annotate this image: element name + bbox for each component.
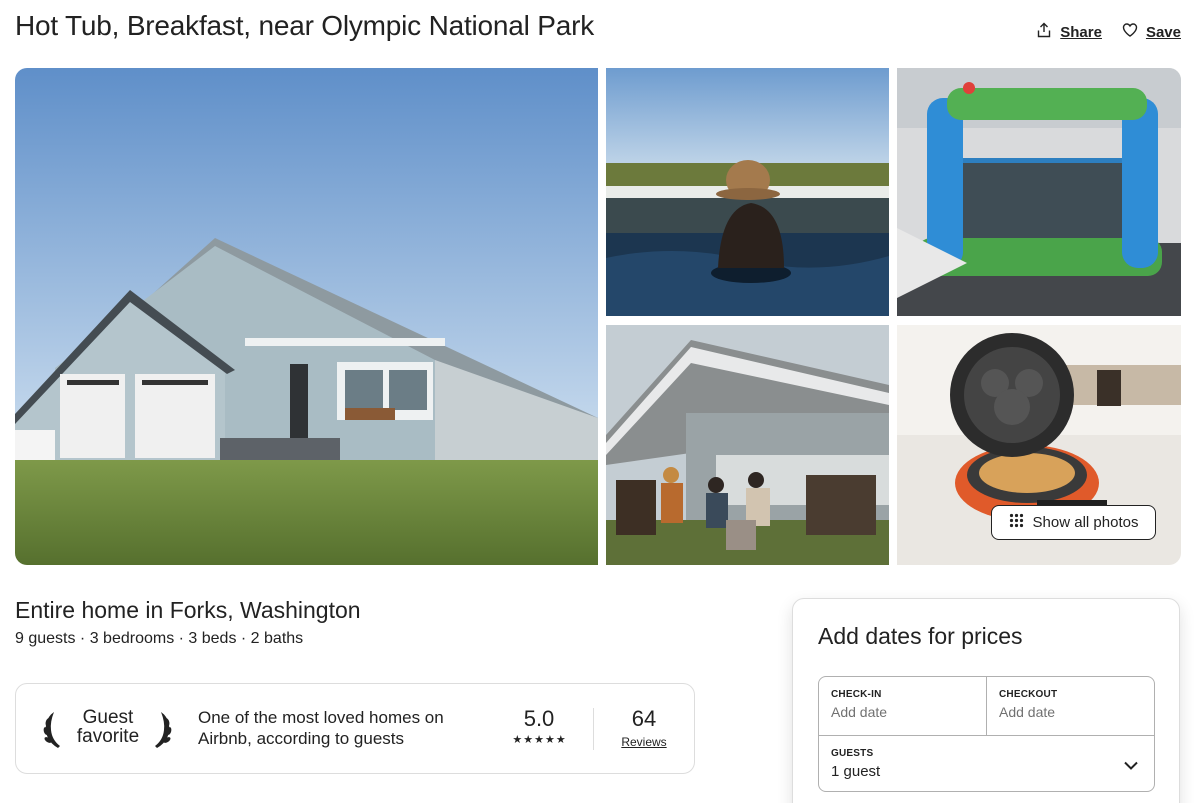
photo-patio-gathering[interactable]	[606, 325, 889, 565]
booking-title: Add dates for prices	[818, 623, 1023, 649]
guests-label: GUESTS	[831, 748, 874, 759]
photo-gallery	[15, 68, 1181, 565]
checkin-field[interactable]: CHECK-IN Add date	[819, 677, 987, 735]
rating-block: 5.0 ★ ★ ★ ★ ★	[504, 706, 574, 746]
date-guest-picker: CHECK-IN Add date CHECKOUT Add date GUES…	[818, 676, 1155, 792]
listing-title: Hot Tub, Breakfast, near Olympic Nationa…	[15, 10, 595, 41]
heart-icon	[1122, 22, 1138, 42]
booking-card: Add dates for prices CHECK-IN Add date C…	[792, 598, 1180, 803]
star-rating: ★ ★ ★ ★ ★	[504, 735, 574, 746]
reviews-link[interactable]: Reviews	[614, 735, 674, 749]
checkin-value: Add date	[831, 704, 888, 720]
checkin-label: CHECK-IN	[831, 689, 882, 700]
chevron-down-icon	[1122, 756, 1140, 774]
star-icon: ★	[534, 734, 544, 746]
photo-bounce-house[interactable]	[897, 68, 1181, 316]
listing-subtitle: Entire home in Forks, Washington	[15, 597, 361, 623]
star-icon: ★	[512, 734, 523, 746]
guest-favorite-badge: Guest favorite	[66, 708, 150, 746]
top-actions: Share Save	[1036, 22, 1181, 42]
guest-favorite-description: One of the most loved homes on Airbnb, a…	[198, 708, 444, 748]
rating-value: 5.0	[523, 706, 555, 731]
badge-line-1: Guest	[82, 707, 134, 728]
photo-house-exterior[interactable]	[15, 68, 598, 565]
listing-facts: 9 guests · 3 bedrooms · 3 beds · 2 baths	[15, 630, 304, 647]
badge-line-2: favorite	[76, 726, 140, 747]
laurel-right-icon	[149, 710, 173, 750]
share-button[interactable]: Share	[1036, 22, 1102, 42]
show-all-photos-label: Show all photos	[1032, 514, 1139, 531]
laurel-left-icon	[42, 710, 66, 750]
guests-dropdown[interactable]: GUESTS 1 guest	[819, 735, 1154, 792]
review-count: 64	[631, 706, 657, 731]
guests-value: 1 guest	[831, 763, 881, 780]
star-icon: ★	[544, 734, 555, 746]
save-button[interactable]: Save	[1122, 22, 1181, 42]
grid-dots-icon	[1009, 513, 1024, 532]
save-label: Save	[1145, 23, 1181, 41]
star-icon: ★	[523, 734, 534, 746]
guest-favorite-card: Guest favorite One of the most loved hom…	[15, 683, 695, 774]
star-icon: ★	[555, 734, 566, 746]
checkout-field[interactable]: CHECKOUT Add date	[987, 677, 1155, 735]
divider	[593, 708, 594, 750]
show-all-photos-button[interactable]: Show all photos	[991, 505, 1156, 540]
checkout-label: CHECKOUT	[999, 689, 1058, 700]
share-label: Share	[1060, 23, 1102, 41]
checkout-value: Add date	[999, 704, 1056, 720]
photo-hot-tub[interactable]	[606, 68, 889, 316]
share-icon	[1036, 22, 1052, 42]
reviews-block[interactable]: 64 Reviews	[614, 706, 674, 749]
